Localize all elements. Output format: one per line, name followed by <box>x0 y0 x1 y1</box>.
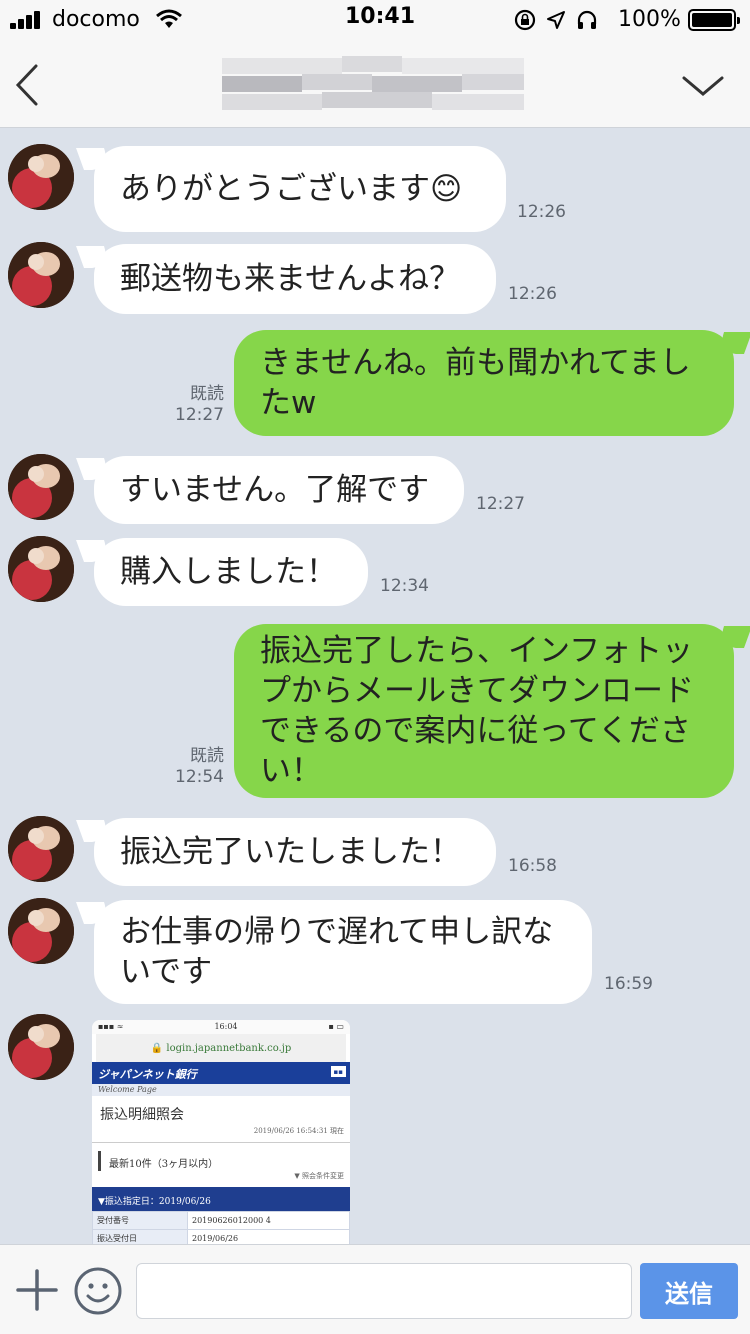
message-text: 振込完了いたしました！ <box>120 834 461 870</box>
message-bubble[interactable]: すいません。了解です <box>94 456 464 524</box>
message-time: 12:26 <box>517 202 566 222</box>
menu-button[interactable] <box>678 68 728 104</box>
message-text: きませんね。前も聞かれてまし たw <box>260 345 691 421</box>
read-receipt: 既読 12:54 <box>175 746 224 787</box>
send-button[interactable]: 送信 <box>640 1263 738 1319</box>
avatar[interactable] <box>8 816 74 882</box>
chat-header <box>0 40 750 128</box>
message-time: 16:59 <box>604 974 653 994</box>
rotation-lock-icon <box>514 9 536 31</box>
message-bubble[interactable]: 振込完了いたしました！ <box>94 818 496 886</box>
message-bubble[interactable]: お仕事の帰りで遅れて申し訳な いです <box>94 900 592 1004</box>
status-time: 10:41 <box>345 4 416 29</box>
message-bubble[interactable]: 購入しました！ <box>94 538 368 606</box>
message-text: すいません。了解です <box>120 472 430 508</box>
message-bubble[interactable]: きませんね。前も聞かれてまし たw <box>234 330 734 436</box>
wifi-icon <box>156 9 182 28</box>
input-bar: 送信 <box>0 1244 750 1334</box>
signal-icon <box>10 11 46 29</box>
chevron-left-icon <box>15 64 38 106</box>
avatar[interactable] <box>8 144 74 210</box>
read-receipt: 既読 12:27 <box>175 384 224 425</box>
avatar[interactable] <box>8 454 74 520</box>
carrier-name: docomo <box>52 7 140 32</box>
message-time: 12:26 <box>508 284 557 304</box>
image-bank-header: ジャパンネット銀行 ▪▪ <box>92 1062 350 1084</box>
message-text: 購入しました！ <box>120 554 337 590</box>
image-url-bar: 🔒 login.japannetbank.co.jp <box>96 1034 346 1062</box>
message-text: ありがとうございます😊 <box>120 171 463 207</box>
chat-area[interactable]: ありがとうございます😊 12:26 郵送物も来ませんよね？ 12:26 既読 12… <box>0 128 750 1244</box>
battery-icon <box>688 9 740 31</box>
smiley-icon[interactable] <box>72 1265 124 1317</box>
message-time: 12:34 <box>380 576 429 596</box>
status-bar: docomo 10:41 100% <box>0 0 750 40</box>
attached-screenshot-image[interactable]: ▪▪▪ ≈16:04 ▪ ▭ 🔒 login.japannetbank.co.jp… <box>92 1020 350 1244</box>
chat-title-blurred <box>222 56 524 110</box>
headphones-icon <box>577 10 597 29</box>
avatar[interactable] <box>8 1014 74 1080</box>
message-bubble[interactable]: 振込完了したら、インフォトッ プからメールきてダウンロード できるので案内に従っ… <box>234 624 734 798</box>
avatar[interactable] <box>8 898 74 964</box>
avatar[interactable] <box>8 536 74 602</box>
chevron-down-icon <box>682 76 724 96</box>
message-time: 16:58 <box>508 856 557 876</box>
back-button[interactable] <box>10 60 50 110</box>
message-bubble[interactable]: ありがとうございます😊 <box>94 146 506 232</box>
plus-icon[interactable] <box>14 1267 60 1313</box>
message-bubble[interactable]: 郵送物も来ませんよね？ <box>94 244 496 314</box>
avatar[interactable] <box>8 242 74 308</box>
message-input[interactable] <box>136 1263 632 1319</box>
message-text: お仕事の帰りで遅れて申し訳な いです <box>120 914 554 990</box>
message-time: 12:27 <box>476 494 525 514</box>
location-icon <box>547 11 565 29</box>
battery-percent: 100% <box>618 7 681 32</box>
message-text: 郵送物も来ませんよね？ <box>120 261 461 297</box>
message-text: 振込完了したら、インフォトッ プからメールきてダウンロード できるので案内に従っ… <box>260 633 694 789</box>
